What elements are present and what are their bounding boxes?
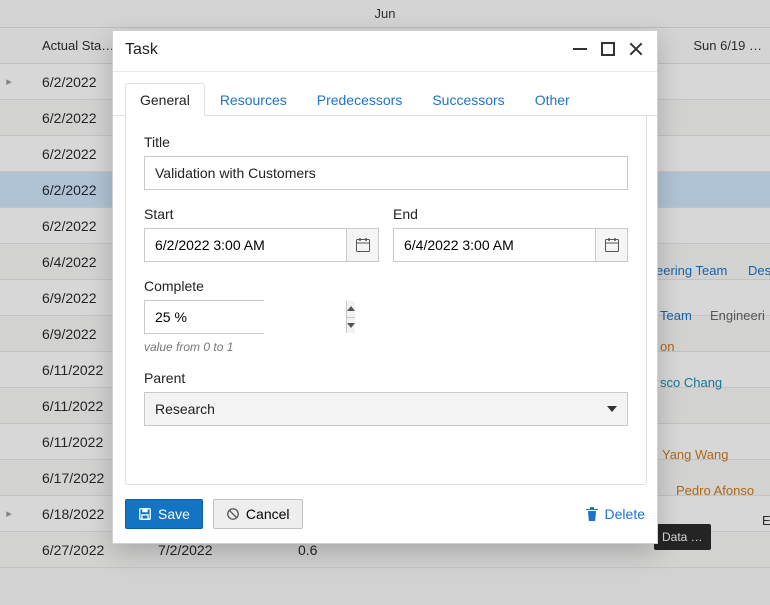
dialog-footer: Save Cancel Delete bbox=[113, 485, 657, 543]
delete-button[interactable]: Delete bbox=[585, 506, 645, 522]
chevron-down-icon bbox=[347, 323, 355, 328]
start-datetime-input[interactable] bbox=[144, 228, 379, 262]
end-datetime-field[interactable] bbox=[394, 229, 595, 261]
save-button[interactable]: Save bbox=[125, 499, 203, 529]
parent-label: Parent bbox=[144, 370, 628, 386]
close-icon bbox=[629, 42, 643, 56]
tab-resources[interactable]: Resources bbox=[205, 83, 302, 116]
dialog-titlebar[interactable]: Task bbox=[113, 31, 657, 72]
chevron-up-icon bbox=[347, 306, 355, 311]
tab-predecessors[interactable]: Predecessors bbox=[302, 83, 418, 116]
complete-label: Complete bbox=[144, 278, 628, 294]
start-label: Start bbox=[144, 206, 379, 222]
complete-spinner[interactable] bbox=[144, 300, 264, 334]
tab-other[interactable]: Other bbox=[520, 83, 585, 116]
chevron-down-icon bbox=[607, 406, 617, 412]
dialog-title: Task bbox=[125, 41, 158, 59]
tab-general[interactable]: General bbox=[125, 83, 205, 116]
task-dialog: Task GeneralResourcesPredecessorsSuccess… bbox=[112, 30, 658, 544]
minimize-button[interactable] bbox=[573, 42, 587, 59]
complete-hint: value from 0 to 1 bbox=[144, 340, 628, 354]
calendar-icon bbox=[604, 237, 620, 253]
save-icon bbox=[138, 507, 152, 521]
cancel-button[interactable]: Cancel bbox=[213, 499, 303, 529]
close-button[interactable] bbox=[629, 42, 643, 59]
title-input[interactable] bbox=[144, 156, 628, 190]
trash-icon bbox=[585, 506, 599, 522]
maximize-button[interactable] bbox=[601, 42, 615, 59]
spinner-up-button[interactable] bbox=[347, 301, 355, 317]
end-label: End bbox=[393, 206, 628, 222]
maximize-icon bbox=[601, 42, 615, 56]
end-date-picker-button[interactable] bbox=[595, 229, 627, 261]
dialog-tabs: GeneralResourcesPredecessorsSuccessorsOt… bbox=[113, 72, 657, 116]
tab-successors[interactable]: Successors bbox=[417, 83, 519, 116]
parent-select[interactable]: Research bbox=[144, 392, 628, 426]
complete-input[interactable] bbox=[145, 301, 346, 333]
cancel-icon bbox=[226, 507, 240, 521]
parent-select-value: Research bbox=[155, 401, 215, 417]
end-datetime-input[interactable] bbox=[393, 228, 628, 262]
title-label: Title bbox=[144, 134, 628, 150]
minimize-icon bbox=[573, 42, 587, 56]
calendar-icon bbox=[355, 237, 371, 253]
tab-panel-general: Title Start End bbox=[125, 116, 647, 485]
start-datetime-field[interactable] bbox=[145, 229, 346, 261]
spinner-down-button[interactable] bbox=[347, 317, 355, 334]
start-date-picker-button[interactable] bbox=[346, 229, 378, 261]
